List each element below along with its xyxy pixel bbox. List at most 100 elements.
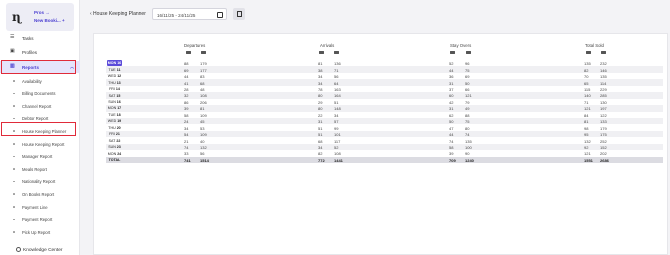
day-number: 20 [116, 125, 121, 130]
table-cell: 31 [449, 106, 454, 112]
table-cell: 74 [465, 132, 470, 138]
day-number: 16 [116, 99, 121, 104]
bed-icon [201, 50, 206, 54]
export-button[interactable] [233, 8, 245, 20]
day-label[interactable]: THU 20 [107, 125, 122, 131]
nav-profiles-label: Profiles [22, 49, 38, 55]
table-cell: 82 [584, 67, 589, 73]
table-cell: 33 [184, 151, 189, 157]
submenu-item[interactable]: Payment Line [0, 201, 80, 212]
submenu-item[interactable]: On Books Report [0, 188, 80, 199]
table-cell: 88 [184, 61, 189, 67]
table-cell: 117 [334, 138, 341, 144]
submenu-item[interactable]: Nationality Report [0, 176, 80, 187]
day-label[interactable]: TUE 11 [107, 67, 122, 73]
table-cell: 109 [200, 112, 207, 118]
day-label[interactable]: WED 12 [107, 73, 122, 79]
table-cell: 79 [465, 99, 470, 105]
knowledge-center-link[interactable]: Knowledge Center [16, 247, 62, 253]
table-cell: 709 [449, 157, 456, 163]
date-range-input[interactable]: 16/11/25 - 24/11/25 [152, 8, 227, 20]
table-cell: 80 [318, 93, 323, 99]
nav-profiles[interactable]: ▣ Profiles [0, 46, 80, 58]
day-label[interactable]: SUN 16 [107, 99, 122, 105]
table-cell: 38 [318, 67, 323, 73]
header-stay-overs: Stay Overs [450, 43, 472, 48]
sidebar: ɳ Pros → New Booki... + ☰ Tasks ▣ Profil… [0, 0, 80, 255]
day-label[interactable]: MON 24 [107, 151, 122, 157]
submenu-item-label: Meals Report [22, 166, 47, 172]
day-number: 24 [117, 151, 122, 156]
table-cell: 81 [200, 106, 205, 112]
submenu-item[interactable]: Payment Report [0, 214, 80, 225]
day-number: 22 [116, 138, 121, 143]
day-label[interactable]: SAT 22 [107, 138, 122, 144]
weekday: MON [107, 106, 117, 111]
table-cell: 84 [584, 112, 589, 118]
table-cell: 98 [584, 125, 589, 131]
table-cell: 44 [449, 132, 454, 138]
table-cell: 175 [600, 132, 607, 138]
weekday: MON [107, 151, 117, 156]
nav-tasks-label: Tasks [22, 35, 34, 41]
table-cell: 152 [600, 145, 607, 151]
total-row: TOTAL 741 1514 772 1441 709 1240 1551 2686 [106, 156, 663, 164]
back-link[interactable]: ‹ House Keeping Planner [90, 11, 146, 17]
submenu-item-label: Payment Report [22, 217, 53, 223]
table-cell: 140 [584, 93, 591, 99]
day-label[interactable]: TUE 18 [107, 112, 122, 118]
submenu-item-label: Pick Up Report [22, 229, 51, 235]
table-cell: 32 [184, 93, 189, 99]
submenu-item[interactable]: House Keeping Report [0, 138, 80, 149]
submenu-item[interactable]: Meals Report [0, 163, 80, 174]
submenu-item[interactable]: Channel Report [0, 100, 80, 111]
table-cell: 34 [318, 80, 323, 86]
pros-link[interactable]: Pros → [34, 10, 50, 15]
day-label[interactable]: MON 16 [107, 60, 122, 67]
bullet-icon [13, 143, 15, 145]
profile-icon: ▣ [10, 48, 15, 54]
table-cell: 69 [465, 74, 470, 80]
table-cell: 133 [600, 119, 607, 125]
submenu-item-label: Manager Report [22, 154, 53, 160]
table-cell: 81 [318, 61, 323, 67]
table-cell: 148 [334, 106, 341, 112]
table-cell: 99 [334, 125, 339, 131]
calendar-icon[interactable] [217, 11, 223, 18]
submenu-item[interactable]: Billing Documents [0, 88, 80, 99]
room-icon [186, 50, 191, 54]
day-label[interactable]: SUN 23 [107, 144, 122, 150]
header-total-sold: Total Sold [585, 43, 604, 48]
table-cell: 71 [334, 67, 339, 73]
weekday: WED [107, 119, 117, 124]
table-cell: 31 [449, 80, 454, 86]
table-cell: 50 [449, 119, 454, 125]
nav-tasks[interactable]: ☰ Tasks [0, 32, 80, 44]
day-label[interactable]: WED 19 [107, 118, 122, 124]
table-cell: 64 [334, 80, 339, 86]
day-label[interactable]: MON 17 [107, 105, 122, 111]
new-booking-link[interactable]: New Booki... + [34, 18, 65, 23]
submenu-item[interactable]: Availability [0, 75, 80, 86]
table-cell: 40 [200, 138, 205, 144]
table-cell: 56 [200, 151, 205, 157]
table-cell: 115 [584, 86, 591, 92]
day-number: 12 [117, 74, 122, 79]
bullet-icon [13, 206, 15, 208]
table-cell: 29 [318, 99, 323, 105]
weekday: THU [108, 80, 116, 85]
submenu-item[interactable]: Pick Up Report [0, 226, 80, 237]
table-cell: 53 [200, 125, 205, 131]
table-cell: 21 [184, 138, 189, 144]
submenu-item-label: House Keeping Report [22, 141, 65, 147]
day-label[interactable]: SAT 15 [107, 93, 122, 99]
table-cell: 285 [600, 93, 607, 99]
table-cell: 1441 [334, 157, 343, 163]
bullet-icon [13, 105, 15, 107]
submenu-item[interactable]: Manager Report [0, 151, 80, 162]
day-label[interactable]: FRI 21 [107, 131, 122, 137]
day-label[interactable]: THU 13 [107, 80, 122, 86]
knowledge-center-label: Knowledge Center [23, 247, 63, 253]
submenu-item-label: Nationality Report [22, 179, 56, 185]
day-label[interactable]: FRI 14 [107, 86, 122, 92]
